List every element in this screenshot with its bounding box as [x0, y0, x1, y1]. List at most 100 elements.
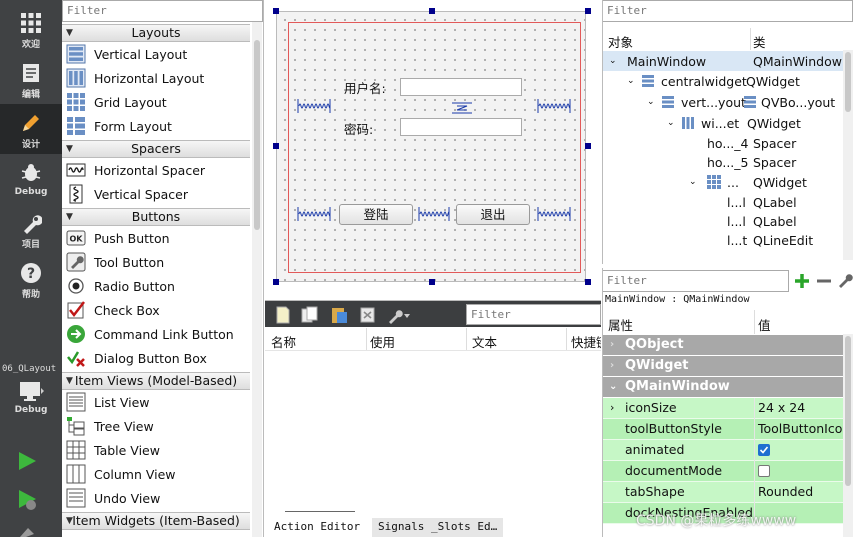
- build-icon[interactable]: [16, 524, 38, 537]
- paste-action-icon[interactable]: [330, 306, 348, 324]
- resize-handle-n[interactable]: [429, 8, 435, 14]
- column-header-property[interactable]: 属性: [608, 315, 633, 334]
- resize-handle-s[interactable]: [429, 279, 435, 285]
- tree-row-spacer-4[interactable]: ho..._4 Spacer: [707, 133, 796, 153]
- new-action-icon[interactable]: [274, 306, 292, 324]
- widget-vertical-spacer[interactable]: Vertical Spacer: [66, 182, 250, 206]
- mode-debug[interactable]: Debug: [0, 162, 62, 202]
- widget-table-view[interactable]: Table View: [66, 438, 250, 462]
- widget-filter-input[interactable]: Filter: [62, 0, 263, 22]
- tree-row-label-1[interactable]: l...l QLabel: [727, 192, 797, 212]
- widget-tree-view[interactable]: Tree View: [66, 414, 250, 438]
- property-row-tabshape[interactable]: tabShape Rounded: [603, 482, 843, 503]
- resize-handle-w[interactable]: [273, 143, 279, 149]
- configure-menu-icon[interactable]: [387, 306, 411, 324]
- username-line-edit[interactable]: [400, 78, 522, 96]
- widget-command-link-button[interactable]: Command Link Button: [66, 322, 250, 346]
- widget-grid-layout[interactable]: Grid Layout: [66, 90, 250, 114]
- widget-box-scrollbar[interactable]: [252, 22, 262, 537]
- debug-run-icon[interactable]: [16, 488, 40, 512]
- property-group-qmainwindow[interactable]: ⌄ QMainWindow: [603, 377, 843, 397]
- scrollbar-thumb[interactable]: [845, 336, 851, 486]
- property-row-iconsize[interactable]: › iconSize 24 x 24: [603, 398, 843, 419]
- resize-handle-se[interactable]: [585, 279, 591, 285]
- widget-tool-button[interactable]: Tool Button: [66, 250, 250, 274]
- property-filter-input[interactable]: Filter: [603, 270, 789, 292]
- tree-row-label-2[interactable]: l...l QLabel: [727, 211, 797, 231]
- tab-signals-slots[interactable]: Signals _Slots Ed…: [372, 518, 504, 537]
- spacer-bottom-right-icon[interactable]: [537, 205, 571, 223]
- password-label[interactable]: 密码:: [344, 119, 373, 138]
- category-buttons[interactable]: ▼ Buttons: [62, 208, 250, 226]
- spacer-vertical-middle-icon[interactable]: [451, 99, 473, 117]
- tree-row-lineedit[interactable]: l...t QLineEdit: [727, 230, 813, 250]
- scrollbar-thumb[interactable]: [254, 40, 260, 230]
- password-line-edit[interactable]: [400, 118, 522, 136]
- spacer-bottom-middle-icon[interactable]: [418, 205, 450, 223]
- widget-undo-view[interactable]: Undo View: [66, 486, 250, 510]
- category-spacers[interactable]: ▼ Spacers: [62, 140, 250, 158]
- delete-action-icon[interactable]: [359, 306, 377, 324]
- username-label[interactable]: 用户名:: [344, 78, 386, 97]
- widget-horizontal-spacer[interactable]: Horizontal Spacer: [66, 158, 250, 182]
- widget-radio-button[interactable]: Radio Button: [66, 274, 250, 298]
- add-property-icon[interactable]: [794, 273, 810, 289]
- property-value[interactable]: Rounded: [754, 482, 843, 503]
- widget-form-layout[interactable]: Form Layout: [66, 114, 250, 138]
- login-button[interactable]: 登陆: [339, 204, 413, 225]
- mode-design[interactable]: 设计: [0, 104, 62, 154]
- animated-checkbox[interactable]: [758, 444, 770, 456]
- mode-help[interactable]: ? 帮助: [0, 262, 62, 302]
- run-icon[interactable]: [16, 450, 38, 472]
- resize-handle-sw[interactable]: [273, 279, 279, 285]
- mode-edit[interactable]: 编辑: [0, 62, 62, 102]
- tree-row-verticallayout[interactable]: ⌄ vert...yout QVBo...yout: [647, 92, 835, 112]
- column-header-object[interactable]: 对象: [608, 32, 633, 51]
- vertical-layout-frame[interactable]: 用户名: 密码: 登陆 退出: [288, 22, 581, 273]
- mode-welcome[interactable]: 欢迎: [0, 12, 62, 52]
- documentmode-checkbox[interactable]: [758, 465, 770, 477]
- tree-row-mainwindow[interactable]: ⌄ MainWindow QMainWindow: [603, 51, 843, 71]
- configure-wrench-icon[interactable]: [837, 272, 853, 288]
- category-layouts[interactable]: ▼ Layouts: [62, 24, 250, 42]
- property-row-documentmode[interactable]: documentMode: [603, 461, 843, 482]
- column-header-used[interactable]: 使用: [370, 332, 395, 351]
- tab-action-editor[interactable]: Action Editor: [268, 518, 367, 537]
- main-window-form[interactable]: 用户名: 密码: 登陆 退出: [276, 11, 586, 282]
- widget-push-button[interactable]: OK Push Button: [66, 226, 250, 250]
- property-row-toolbuttonstyle[interactable]: toolButtonStyle ToolButtonIco...: [603, 419, 843, 440]
- spacer-left-top-icon[interactable]: [297, 97, 331, 115]
- action-filter-input[interactable]: Filter: [466, 304, 601, 325]
- property-group-qobject[interactable]: › QObject: [603, 335, 843, 355]
- property-editor-scrollbar[interactable]: [843, 334, 853, 537]
- scrollbar-thumb[interactable]: [845, 52, 851, 112]
- spacer-bottom-left-icon[interactable]: [297, 205, 331, 223]
- category-item-views[interactable]: ▼ Item Views (Model-Based): [62, 372, 250, 390]
- widget-check-box[interactable]: Check Box: [66, 298, 250, 322]
- remove-property-icon[interactable]: [816, 273, 832, 289]
- column-header-class[interactable]: 类: [753, 32, 766, 51]
- exit-button[interactable]: 退出: [456, 204, 530, 225]
- tree-row-centralwidget[interactable]: ⌄ centralwidget QWidget: [627, 71, 800, 91]
- object-filter-input[interactable]: Filter: [603, 0, 853, 22]
- resize-handle-nw[interactable]: [273, 8, 279, 14]
- property-row-animated[interactable]: animated: [603, 440, 843, 461]
- widget-column-view[interactable]: Column View: [66, 462, 250, 486]
- property-group-qwidget[interactable]: › QWidget: [603, 356, 843, 376]
- property-value[interactable]: 24 x 24: [754, 398, 843, 419]
- widget-dialog-button-box[interactable]: Dialog Button Box: [66, 346, 250, 370]
- column-header-shortcut[interactable]: 快捷键: [571, 332, 601, 351]
- column-header-value[interactable]: 值: [758, 315, 771, 334]
- category-item-widgets[interactable]: ▼ Item Widgets (Item-Based): [62, 512, 250, 530]
- column-header-name[interactable]: 名称: [271, 332, 296, 351]
- tree-row-widget[interactable]: ⌄ wi...et QWidget: [667, 113, 801, 133]
- property-value[interactable]: ToolButtonIco...: [754, 419, 843, 440]
- spacer-right-top-icon[interactable]: [537, 97, 571, 115]
- widget-vertical-layout[interactable]: Vertical Layout: [66, 42, 250, 66]
- kit-selector[interactable]: Debug: [0, 380, 62, 430]
- object-inspector-scrollbar[interactable]: [843, 50, 853, 260]
- tree-row-spacer-5[interactable]: ho..._5 Spacer: [707, 152, 796, 172]
- resize-handle-ne[interactable]: [585, 8, 591, 14]
- mode-projects[interactable]: 项目: [0, 212, 62, 252]
- column-header-text[interactable]: 文本: [472, 332, 497, 351]
